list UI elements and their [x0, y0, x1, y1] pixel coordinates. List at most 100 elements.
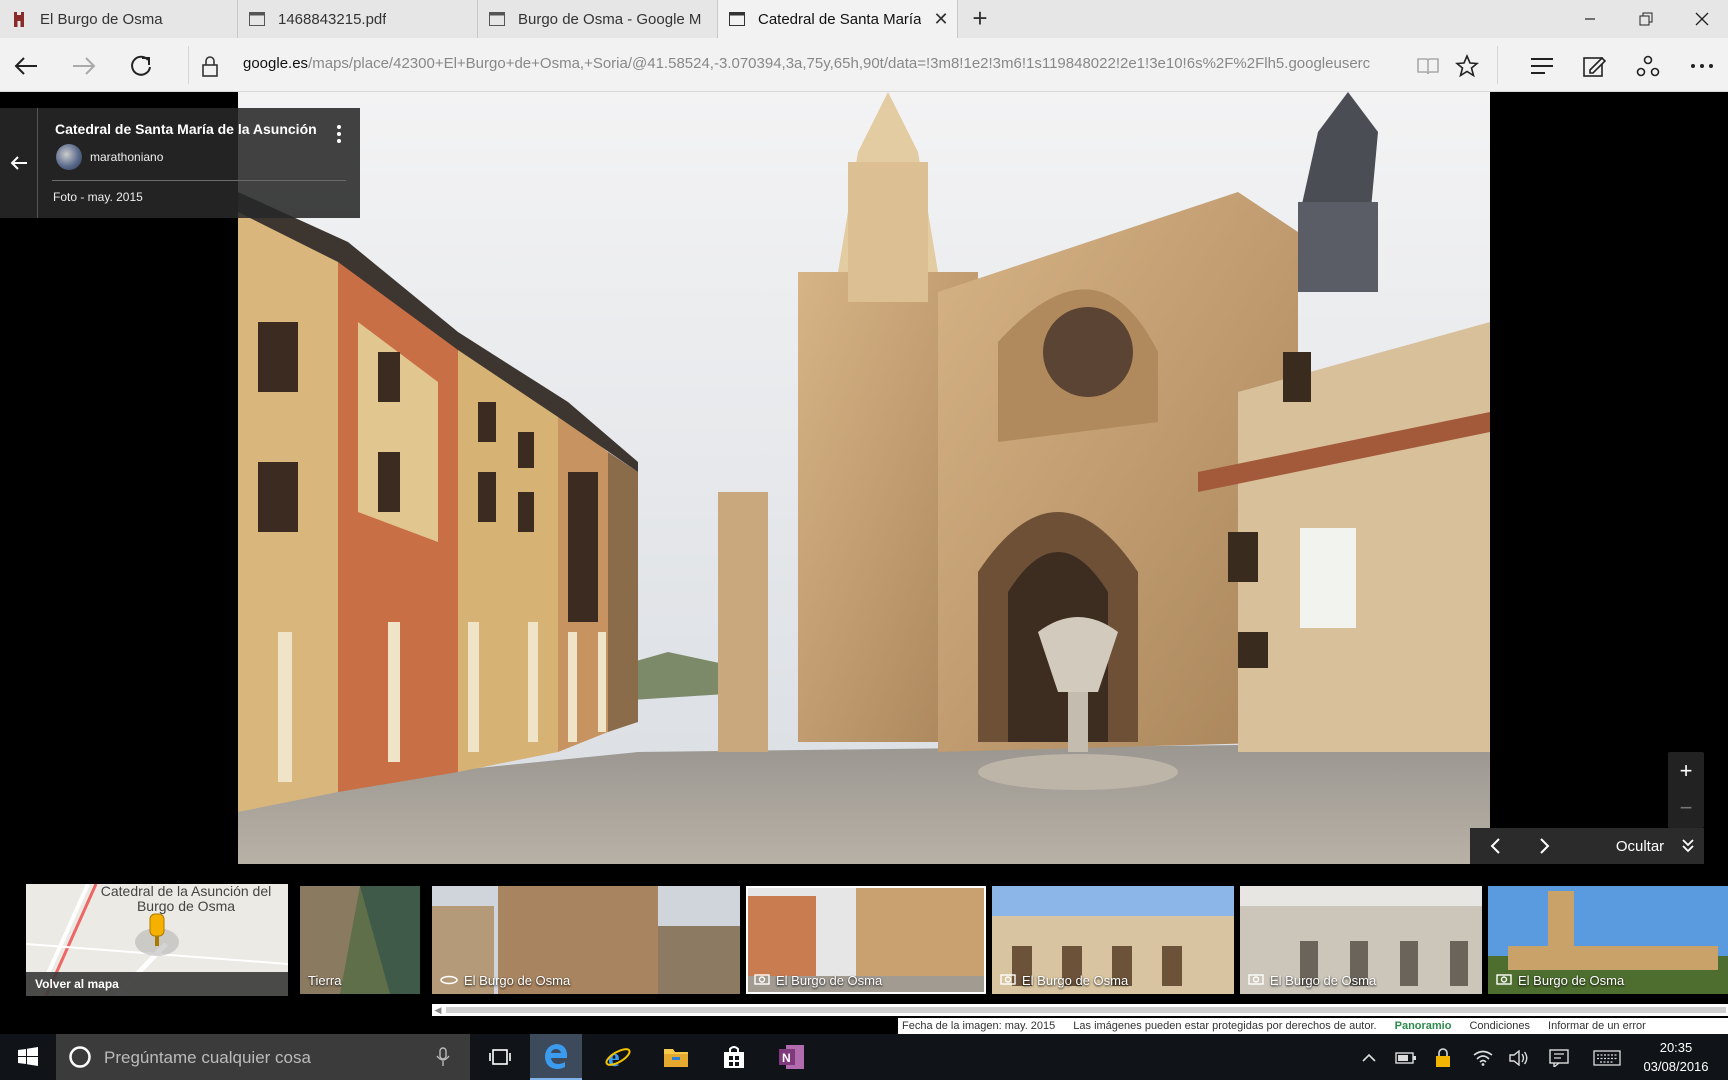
zoom-control: + − — [1668, 752, 1704, 828]
cortana-circle-icon — [68, 1045, 92, 1074]
divider — [52, 180, 346, 181]
castle-favicon-icon — [10, 10, 28, 28]
tab-el-burgo-de-osma[interactable]: El Burgo de Osma — [0, 0, 238, 38]
hub-icon[interactable] — [1522, 46, 1562, 86]
page-icon — [248, 10, 266, 28]
back-to-map-button[interactable]: Volver al mapa — [26, 972, 288, 996]
page-icon — [488, 10, 506, 28]
thumbnail-label: El Burgo de Osma — [1270, 972, 1377, 988]
tab-label: El Burgo de Osma — [40, 10, 163, 28]
thumbnail-caption: El Burgo de Osma — [1496, 972, 1624, 988]
thumbnail-caption: El Burgo de Osma — [1248, 972, 1376, 988]
hide-filmstrip-button[interactable]: Ocultar — [1600, 828, 1680, 864]
thumbnail-label: El Burgo de Osma — [464, 973, 571, 988]
reading-view-icon[interactable] — [1408, 46, 1448, 86]
security-lock-icon[interactable] — [1432, 1047, 1454, 1069]
thumbnail-3[interactable]: El Burgo de Osma — [992, 886, 1234, 994]
url-host: google.es — [243, 55, 309, 72]
edge-browser-icon[interactable] — [530, 1034, 582, 1080]
thumbnail-5[interactable]: El Burgo de Osma — [1488, 886, 1728, 994]
new-tab-button[interactable]: + — [966, 5, 994, 33]
zoom-out-button[interactable]: − — [1668, 790, 1704, 828]
action-center-icon[interactable] — [1548, 1047, 1570, 1069]
tab-label: Burgo de Osma - Google M — [518, 10, 702, 28]
favorite-star-icon[interactable] — [1447, 46, 1487, 86]
panoramio-logo[interactable]: Panoramio — [1395, 1020, 1452, 1032]
tab-google-maps[interactable]: Burgo de Osma - Google M — [478, 0, 718, 38]
terms-link[interactable]: Condiciones — [1469, 1020, 1530, 1032]
lock-icon — [190, 46, 230, 86]
zoom-in-button[interactable]: + — [1668, 752, 1704, 790]
thumbnail-label: El Burgo de Osma — [1518, 972, 1625, 988]
more-options-icon[interactable] — [1682, 46, 1722, 86]
share-icon[interactable] — [1628, 46, 1668, 86]
volume-icon[interactable] — [1508, 1047, 1530, 1069]
earth-label: Tierra — [308, 973, 342, 988]
double-chevron-down-icon[interactable] — [1674, 828, 1702, 864]
wifi-icon[interactable] — [1472, 1047, 1494, 1069]
cathedral-photo[interactable] — [238, 92, 1490, 864]
scrollbar-thumb[interactable] — [446, 1007, 1726, 1013]
close-tab-icon[interactable]: ✕ — [931, 9, 951, 29]
photo-date: Foto - may. 2015 — [53, 190, 143, 204]
report-error-link[interactable]: Informar de un error — [1548, 1020, 1646, 1032]
microphone-icon[interactable] — [436, 1047, 450, 1072]
photo-info-card: Catedral de Santa María de la Asunción m… — [0, 108, 360, 218]
more-vertical-icon[interactable] — [332, 122, 346, 146]
url-path: /maps/place/42300+El+Burgo+de+Osma,+Sori… — [308, 55, 1371, 72]
file-explorer-icon[interactable] — [650, 1034, 702, 1080]
panorama-icon — [440, 973, 458, 988]
tab-strip: El Burgo de Osma 1468843215.pdf Burgo de… — [0, 0, 1728, 38]
minimize-icon[interactable] — [1562, 0, 1618, 38]
avatar[interactable] — [56, 144, 82, 170]
windows-start-icon[interactable] — [0, 1034, 56, 1080]
cortana-search-box[interactable]: Pregúntame cualquier cosa — [56, 1034, 470, 1080]
system-clock[interactable]: 20:35 03/08/2016 — [1636, 1038, 1716, 1076]
battery-icon[interactable] — [1395, 1047, 1417, 1069]
tab-catedral[interactable]: Catedral de Santa María ✕ — [718, 0, 958, 38]
thumbnail-caption: El Burgo de Osma — [754, 972, 882, 988]
copyright-notice: Las imágenes pueden estar protegidas por… — [1073, 1020, 1377, 1032]
task-view-icon[interactable] — [474, 1034, 526, 1080]
chevron-right-icon[interactable] — [1520, 828, 1570, 864]
back-arrow-icon[interactable] — [6, 46, 46, 86]
scroll-left-icon[interactable]: ◀ — [432, 1004, 444, 1016]
chevron-left-icon[interactable] — [1470, 828, 1520, 864]
back-arrow-icon[interactable] — [0, 108, 38, 218]
thumbnail-caption: El Burgo de Osma — [440, 973, 570, 988]
url-field[interactable]: google.es/maps/place/42300+El+Burgo+de+O… — [243, 55, 1395, 72]
camera-icon — [1000, 972, 1016, 988]
chevron-up-icon[interactable] — [1358, 1047, 1380, 1069]
camera-icon — [1248, 972, 1264, 988]
store-icon[interactable] — [708, 1034, 760, 1080]
internet-explorer-icon[interactable]: e — [592, 1034, 644, 1080]
taskbar: Pregúntame cualquier cosa e N 20:35 03/0… — [0, 1034, 1728, 1080]
photo-title: Catedral de Santa María de la Asunción — [55, 121, 317, 137]
forward-arrow-icon[interactable] — [64, 46, 104, 86]
clock-date: 03/08/2016 — [1643, 1059, 1709, 1074]
tab-label: 1468843215.pdf — [278, 10, 387, 28]
page-icon — [728, 10, 746, 28]
keyboard-icon[interactable] — [1592, 1047, 1622, 1069]
thumbnail-label: El Burgo de Osma — [1022, 972, 1129, 988]
tab-pdf[interactable]: 1468843215.pdf — [238, 0, 478, 38]
thumbnail-2-selected[interactable]: El Burgo de Osma — [746, 886, 986, 994]
onenote-icon[interactable]: N — [766, 1034, 818, 1080]
filmstrip-scrollbar[interactable]: ◀ — [432, 1004, 1728, 1016]
thumbnail-4[interactable]: El Burgo de Osma — [1240, 886, 1482, 994]
address-bar: google.es/maps/place/42300+El+Burgo+de+O… — [0, 38, 1728, 92]
thumbnail-label: El Burgo de Osma — [776, 972, 883, 988]
author-name[interactable]: marathoniano — [90, 150, 163, 164]
thumbnail-caption: El Burgo de Osma — [1000, 972, 1128, 988]
map-thumbnail[interactable]: Catedral de la Asunción del Burgo de Osm… — [26, 884, 288, 996]
earth-view-thumbnail[interactable]: Tierra — [300, 886, 420, 994]
restore-icon[interactable] — [1618, 0, 1674, 38]
thumbnail-1[interactable]: El Burgo de Osma — [432, 886, 740, 994]
refresh-icon[interactable] — [121, 46, 161, 86]
carousel-controls: Ocultar — [1470, 828, 1704, 864]
photo-viewer: Catedral de Santa María de la Asunción m… — [0, 92, 1728, 864]
image-date: Fecha de la imagen: may. 2015 — [902, 1020, 1056, 1032]
web-note-icon[interactable] — [1574, 46, 1614, 86]
close-window-icon[interactable] — [1674, 0, 1728, 38]
tab-label: Catedral de Santa María — [758, 10, 922, 28]
